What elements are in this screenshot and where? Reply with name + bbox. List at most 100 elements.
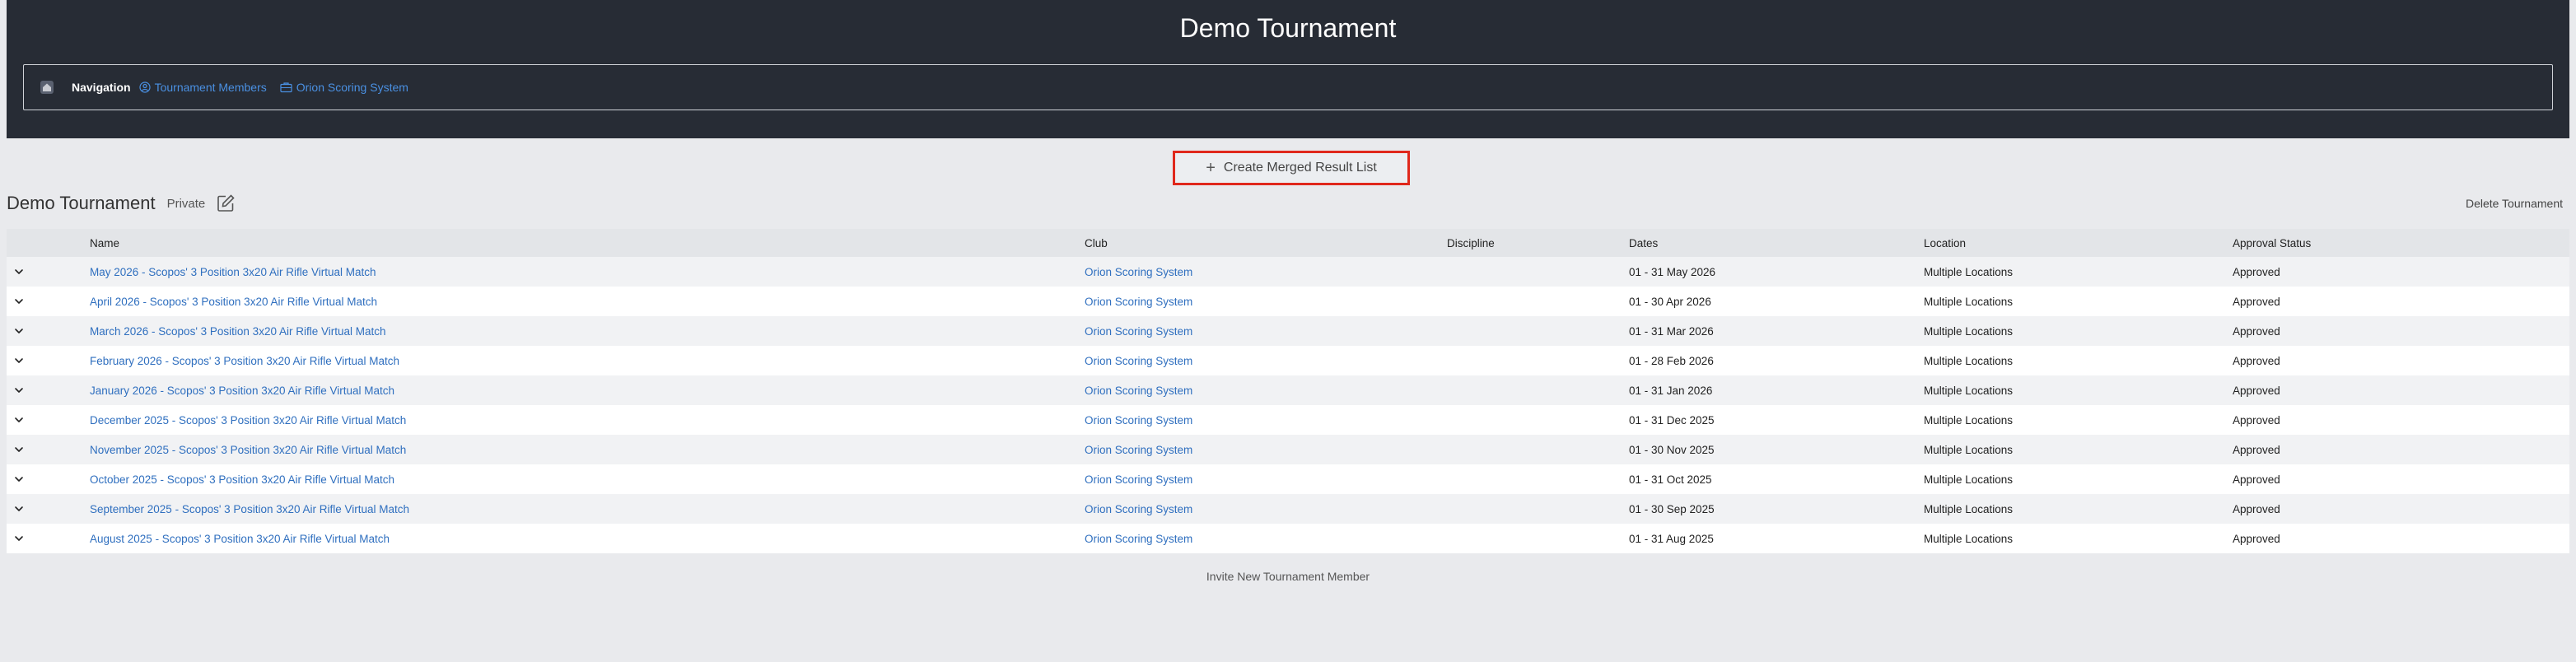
approval-status-cell: Approved [2233,532,2280,545]
location-cell: Multiple Locations [1924,384,2014,397]
approval-status-cell: Approved [2233,295,2280,308]
expand-row-button[interactable] [7,503,90,515]
user-circle-icon [138,82,151,93]
event-name-link[interactable]: January 2026 - Scopos' 3 Position 3x20 A… [90,385,1085,397]
approval-status-cell: Approved [2233,265,2280,278]
dates-cell: 01 - 31 Dec 2025 [1629,413,1715,427]
table-row[interactable]: January 2026 - Scopos' 3 Position 3x20 A… [7,375,2569,405]
nav-link-label: Tournament Members [154,81,267,94]
location-cell: Multiple Locations [1924,295,2014,308]
header: Demo Tournament Navigation Tournament Me… [7,0,2569,138]
club-link[interactable]: Orion Scoring System [1085,325,1447,338]
delete-tournament-link[interactable]: Delete Tournament [2466,197,2563,210]
create-merged-label: Create Merged Result List [1223,161,1377,175]
table-row[interactable]: November 2025 - Scopos' 3 Position 3x20 … [7,435,2569,464]
chevron-down-icon [15,477,23,482]
chevron-down-icon [15,329,23,333]
table-header: Name Club Discipline Dates Location Appr… [7,229,2569,257]
dates-cell: 01 - 31 Jan 2026 [1629,384,1713,397]
home-icon[interactable] [39,79,55,96]
club-link[interactable]: Orion Scoring System [1085,296,1447,308]
event-name-link[interactable]: May 2026 - Scopos' 3 Position 3x20 Air R… [90,266,1085,278]
club-link[interactable]: Orion Scoring System [1085,355,1447,367]
approval-status-cell: Approved [2233,502,2280,515]
dates-cell: 01 - 31 Oct 2025 [1629,473,1712,486]
edit-icon[interactable] [215,193,236,214]
dates-cell: 01 - 30 Apr 2026 [1629,295,1711,308]
navigation-label: Navigation [72,81,131,94]
event-name-link[interactable]: November 2025 - Scopos' 3 Position 3x20 … [90,444,1085,456]
table-row[interactable]: April 2026 - Scopos' 3 Position 3x20 Air… [7,287,2569,316]
approval-status-cell: Approved [2233,443,2280,456]
location-cell: Multiple Locations [1924,265,2014,278]
visibility-badge: Private [166,196,206,211]
table-row[interactable]: August 2025 - Scopos' 3 Position 3x20 Ai… [7,524,2569,553]
column-header-name[interactable]: Name [90,237,1085,249]
expand-row-button[interactable] [7,533,90,544]
create-merged-result-list-button[interactable]: + Create Merged Result List [1173,151,1410,185]
club-link[interactable]: Orion Scoring System [1085,503,1447,515]
location-cell: Multiple Locations [1924,473,2014,486]
location-cell: Multiple Locations [1924,532,2014,545]
dates-cell: 01 - 28 Feb 2026 [1629,354,1714,367]
club-link[interactable]: Orion Scoring System [1085,266,1447,278]
chevron-down-icon [15,506,23,511]
location-cell: Multiple Locations [1924,413,2014,427]
column-header-discipline[interactable]: Discipline [1447,237,1629,249]
table-row[interactable]: May 2026 - Scopos' 3 Position 3x20 Air R… [7,257,2569,287]
column-header-dates[interactable]: Dates [1629,237,1924,249]
dates-cell: 01 - 31 Aug 2025 [1629,532,1714,545]
table-row[interactable]: October 2025 - Scopos' 3 Position 3x20 A… [7,464,2569,494]
column-header-approval-status[interactable]: Approval Status [2233,237,2569,249]
tournament-title: Demo Tournament [1179,13,1397,43]
expand-row-button[interactable] [7,385,90,396]
approval-status-cell: Approved [2233,324,2280,338]
invite-member-link[interactable]: Invite New Tournament Member [0,570,2576,583]
event-name-link[interactable]: December 2025 - Scopos' 3 Position 3x20 … [90,414,1085,427]
plus-icon: + [1206,159,1216,177]
event-name-link[interactable]: October 2025 - Scopos' 3 Position 3x20 A… [90,473,1085,486]
event-name-link[interactable]: April 2026 - Scopos' 3 Position 3x20 Air… [90,296,1085,308]
chevron-down-icon [15,388,23,393]
table-row[interactable]: February 2026 - Scopos' 3 Position 3x20 … [7,346,2569,375]
nav-link-tournament-members[interactable]: Tournament Members [138,81,267,94]
expand-row-button[interactable] [7,325,90,337]
table-row[interactable]: December 2025 - Scopos' 3 Position 3x20 … [7,405,2569,435]
dates-cell: 01 - 31 Mar 2026 [1629,324,1714,338]
chevron-down-icon [15,299,23,304]
tournament-events-table: Name Club Discipline Dates Location Appr… [7,229,2569,553]
expand-row-button[interactable] [7,296,90,307]
chevron-down-icon [15,536,23,541]
event-name-link[interactable]: March 2026 - Scopos' 3 Position 3x20 Air… [90,325,1085,338]
club-link[interactable]: Orion Scoring System [1085,444,1447,456]
column-header-location[interactable]: Location [1924,237,2233,249]
event-name-link[interactable]: February 2026 - Scopos' 3 Position 3x20 … [90,355,1085,367]
club-link[interactable]: Orion Scoring System [1085,414,1447,427]
nav-link-orion-scoring-system[interactable]: Orion Scoring System [280,81,408,94]
expand-row-button[interactable] [7,414,90,426]
club-link[interactable]: Orion Scoring System [1085,385,1447,397]
approval-status-cell: Approved [2233,473,2280,486]
table-row[interactable]: September 2025 - Scopos' 3 Position 3x20… [7,494,2569,524]
event-name-link[interactable]: August 2025 - Scopos' 3 Position 3x20 Ai… [90,533,1085,545]
column-header-club[interactable]: Club [1085,237,1447,249]
chevron-down-icon [15,447,23,452]
briefcase-icon [280,82,292,93]
club-link[interactable]: Orion Scoring System [1085,473,1447,486]
chevron-down-icon [15,269,23,274]
expand-row-button[interactable] [7,355,90,366]
navigation-bar: Navigation Tournament Members Orion Scor… [23,64,2553,110]
club-link[interactable]: Orion Scoring System [1085,533,1447,545]
location-cell: Multiple Locations [1924,502,2014,515]
location-cell: Multiple Locations [1924,443,2014,456]
expand-row-button[interactable] [7,444,90,455]
chevron-down-icon [15,358,23,363]
approval-status-cell: Approved [2233,413,2280,427]
location-cell: Multiple Locations [1924,324,2014,338]
tournament-title-row: Demo Tournament Private Delete Tournamen… [7,189,2569,217]
approval-status-cell: Approved [2233,384,2280,397]
expand-row-button[interactable] [7,266,90,277]
expand-row-button[interactable] [7,473,90,485]
table-row[interactable]: March 2026 - Scopos' 3 Position 3x20 Air… [7,316,2569,346]
event-name-link[interactable]: September 2025 - Scopos' 3 Position 3x20… [90,503,1085,515]
